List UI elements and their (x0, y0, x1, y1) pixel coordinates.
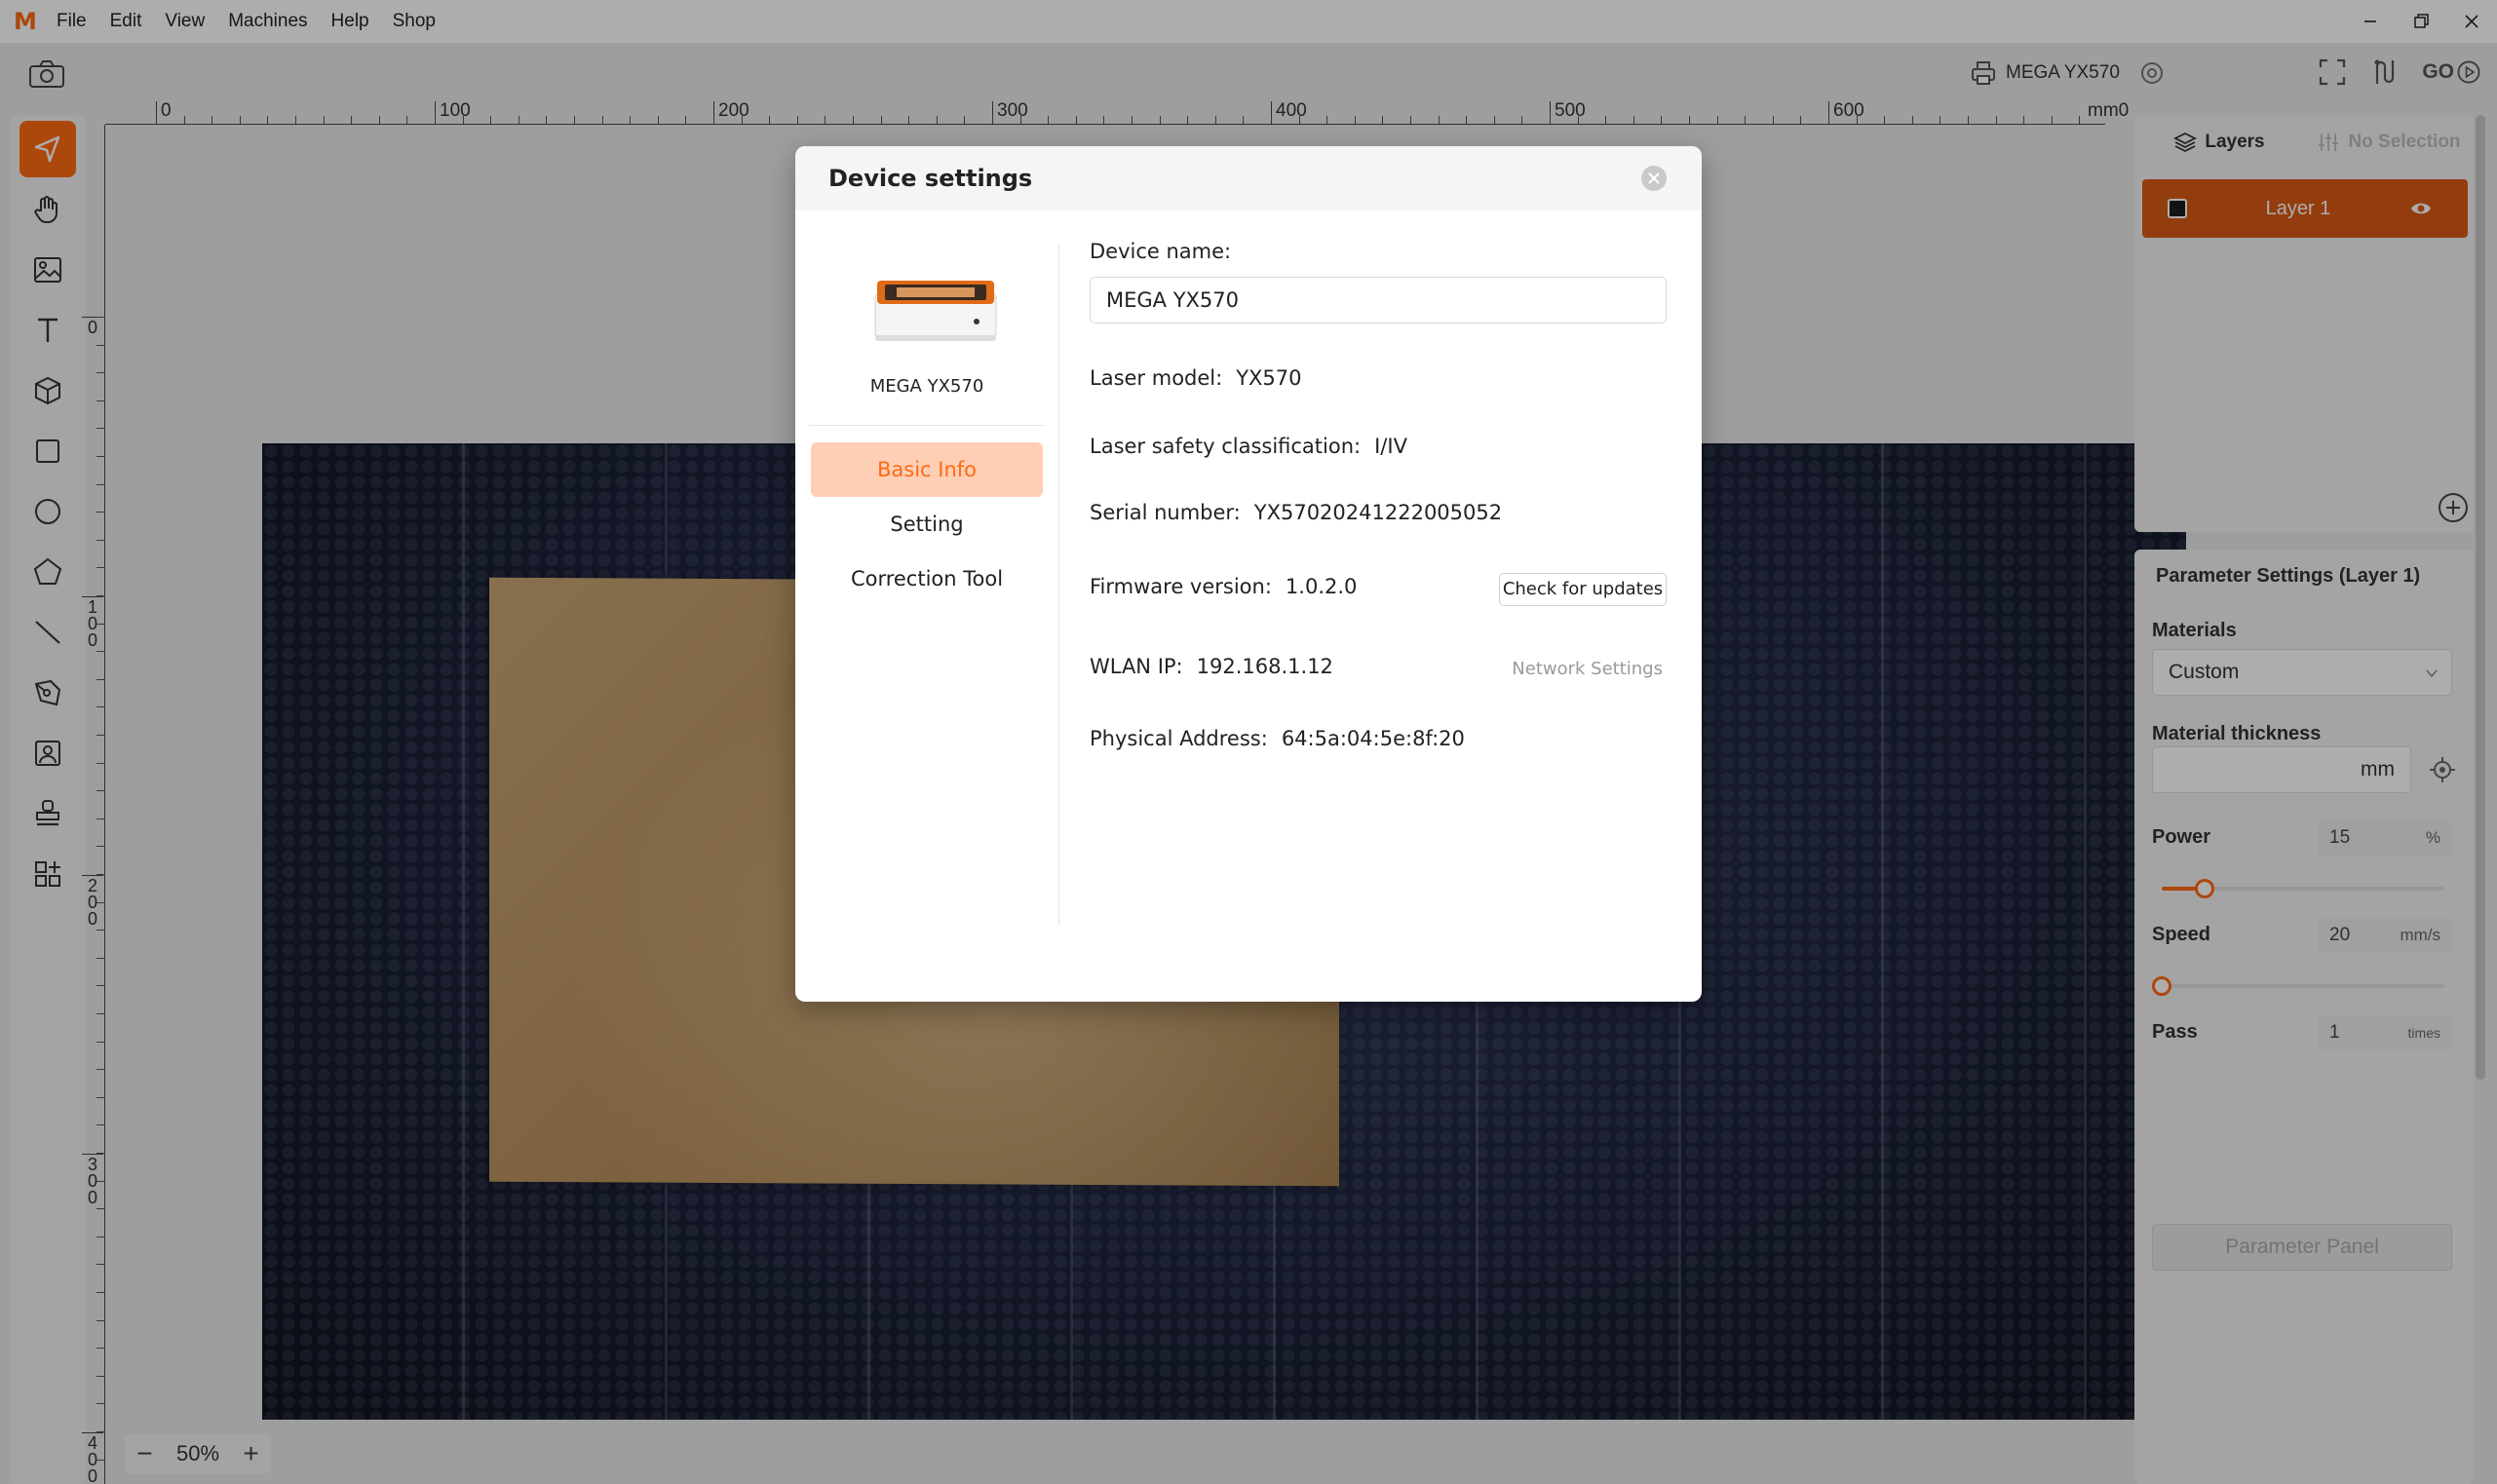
device-name-label: Device name: (1090, 240, 1232, 263)
device-caption: MEGA YX570 (869, 376, 984, 397)
mac-value: 64:5a:04:5e:8f:20 (1281, 727, 1465, 750)
safety-label: Laser safety classification: (1090, 435, 1362, 458)
mac-label: Physical Address: (1090, 727, 1268, 750)
laser-machine-image (874, 281, 997, 341)
mac-row: Physical Address: 64:5a:04:5e:8f:20 (1090, 727, 1465, 750)
device-name-input[interactable] (1090, 277, 1667, 323)
firmware-value: 1.0.2.0 (1285, 575, 1358, 598)
laser-model-label: Laser model: (1090, 366, 1223, 390)
firmware-row: Firmware version: 1.0.2.0 (1090, 575, 1357, 598)
firmware-label: Firmware version: (1090, 575, 1272, 598)
dialog-sidebar: MEGA YX570 Basic Info Setting Correction… (809, 210, 1045, 1002)
device-settings-dialog: Device settings MEGA YX570 Basic Info Se… (795, 146, 1702, 1002)
serial-label: Serial number: (1090, 501, 1241, 524)
laser-model-value: YX570 (1236, 366, 1302, 390)
safety-row: Laser safety classification: I/IV (1090, 435, 1407, 458)
check-updates-button[interactable]: Check for updates (1499, 573, 1667, 606)
nav-correction-tool[interactable]: Correction Tool (811, 552, 1043, 606)
close-icon[interactable] (1639, 164, 1669, 193)
safety-value: I/IV (1374, 435, 1407, 458)
nav-setting[interactable]: Setting (811, 497, 1043, 552)
serial-value: YX57020241222005052 (1253, 501, 1503, 524)
wlan-row: WLAN IP: 192.168.1.12 (1090, 655, 1333, 678)
serial-row: Serial number: YX57020241222005052 (1090, 501, 1502, 524)
wlan-value: 192.168.1.12 (1196, 655, 1333, 678)
nav-basic-info[interactable]: Basic Info (811, 442, 1043, 497)
network-settings-link[interactable]: Network Settings (1512, 659, 1663, 679)
dialog-title: Device settings (795, 146, 1702, 210)
laser-model-row: Laser model: YX570 (1090, 366, 1302, 390)
wlan-label: WLAN IP: (1090, 655, 1183, 678)
